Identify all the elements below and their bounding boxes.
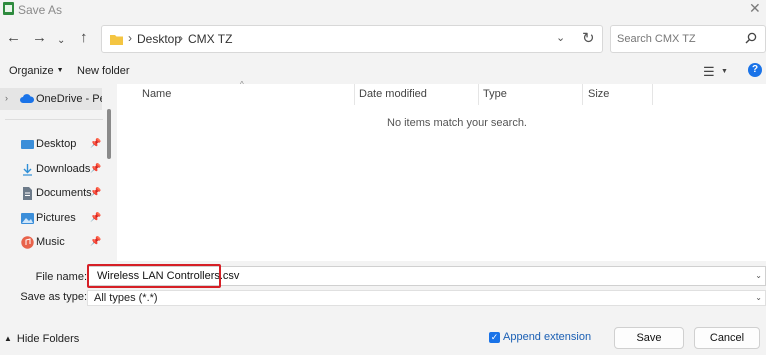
- save-button[interactable]: Save: [614, 327, 684, 349]
- chevron-down-icon[interactable]: ⌄: [755, 293, 762, 302]
- column-divider[interactable]: [478, 84, 479, 105]
- sidebar-item-onedrive[interactable]: › OneDrive - Personal: [0, 88, 102, 110]
- save-as-type-select[interactable]: All types (*.*) ⌄: [87, 290, 766, 306]
- column-divider[interactable]: [582, 84, 583, 105]
- caret-up-icon: ▲: [4, 334, 12, 343]
- pin-icon: 📌: [90, 163, 102, 173]
- pin-icon: 📌: [90, 236, 102, 246]
- close-icon[interactable]: ✕: [749, 1, 761, 15]
- sidebar-item-label: Music: [36, 236, 65, 248]
- folder-icon: [110, 35, 123, 45]
- pin-icon: 📌: [90, 138, 102, 148]
- cancel-button[interactable]: Cancel: [694, 327, 760, 349]
- navigation-bar: ← → ⌄ ↑ › Desktop › CMX TZ ⌄ ↻ Search CM…: [0, 22, 766, 56]
- sidebar-item-music[interactable]: Music 📌: [0, 233, 104, 253]
- up-arrow-icon[interactable]: ↑: [80, 30, 88, 46]
- address-dropdown-chevron-icon[interactable]: ⌄: [556, 31, 565, 44]
- divider: [5, 119, 103, 120]
- view-options-icon[interactable]: ☰: [703, 64, 715, 80]
- organize-label: Organize: [9, 65, 54, 77]
- sidebar-item-label: OneDrive - Personal: [36, 93, 102, 105]
- desktop-icon: [21, 140, 34, 149]
- sidebar-item-documents[interactable]: Documents 📌: [0, 184, 104, 204]
- address-bar[interactable]: › Desktop › CMX TZ ⌄ ↻: [101, 25, 603, 53]
- command-toolbar: Organize ▼ New folder ☰ ▼ ?: [0, 58, 766, 84]
- dialog-footer: ▲ Hide Folders ✓ Append extension Save Ca…: [0, 311, 766, 355]
- back-arrow-icon[interactable]: ←: [6, 30, 21, 46]
- search-icon: [745, 32, 757, 44]
- breadcrumb-desktop[interactable]: Desktop: [137, 32, 181, 46]
- window-title: Save As: [18, 3, 63, 17]
- caret-down-icon: ▼: [56, 67, 64, 74]
- sidebar-item-label: Pictures: [36, 212, 76, 224]
- breadcrumb-separator-icon: ›: [179, 31, 183, 45]
- annotation-highlight-box: [87, 264, 221, 288]
- navigation-pane: › OneDrive - Personal Desktop 📌 Download…: [0, 84, 114, 261]
- sidebar-item-label: Desktop: [36, 138, 77, 150]
- column-divider[interactable]: [354, 84, 355, 105]
- cloud-icon: [20, 94, 34, 103]
- app-icon: [3, 2, 14, 15]
- column-header-date-modified[interactable]: Date modified: [359, 88, 427, 100]
- recent-locations-chevron-icon[interactable]: ⌄: [57, 33, 65, 49]
- sidebar-scrollbar[interactable]: [104, 84, 114, 261]
- sidebar-item-pictures[interactable]: Pictures 📌: [0, 209, 104, 229]
- search-input[interactable]: Search CMX TZ: [617, 33, 696, 45]
- column-header-name[interactable]: Name: [142, 88, 171, 100]
- sidebar-item-downloads[interactable]: Downloads 📌: [0, 160, 104, 180]
- column-header-size[interactable]: Size: [588, 88, 609, 100]
- sidebar-item-desktop[interactable]: Desktop 📌: [0, 135, 104, 155]
- expand-chevron-icon[interactable]: ›: [5, 93, 8, 103]
- help-icon[interactable]: ?: [748, 63, 762, 77]
- pin-icon: 📌: [90, 212, 102, 222]
- sort-caret-icon: ^: [240, 80, 244, 89]
- hide-folders-button[interactable]: ▲ Hide Folders: [4, 333, 79, 345]
- append-extension-checkbox[interactable]: ✓: [489, 332, 500, 343]
- download-icon: [23, 164, 32, 176]
- pictures-icon: [21, 213, 34, 224]
- caret-down-icon[interactable]: ▼: [721, 68, 728, 75]
- sidebar-item-label: Documents: [36, 187, 92, 199]
- chevron-down-icon[interactable]: ⌄: [755, 271, 762, 280]
- forward-arrow-icon[interactable]: →: [32, 30, 47, 46]
- empty-message: No items match your search.: [387, 117, 527, 129]
- append-extension-label[interactable]: Append extension: [503, 331, 591, 343]
- pin-icon: 📌: [90, 187, 102, 197]
- hide-folders-label: Hide Folders: [16, 333, 80, 345]
- breadcrumb-separator-icon: ›: [128, 31, 132, 45]
- music-icon: [21, 236, 34, 249]
- save-options: File name: Wireless LAN Controllers.csv …: [0, 261, 766, 311]
- refresh-icon[interactable]: ↻: [582, 29, 595, 47]
- file-name-label: File name:: [35, 271, 87, 283]
- file-list: ^ Name Date modified Type Size No items …: [117, 80, 766, 261]
- title-bar: Save As ✕: [0, 0, 766, 20]
- breadcrumb-cmx-tz[interactable]: CMX TZ: [188, 32, 232, 46]
- scrollbar-thumb[interactable]: [107, 109, 111, 159]
- new-folder-button[interactable]: New folder: [77, 65, 130, 77]
- sidebar-item-label: Downloads: [36, 163, 91, 175]
- save-as-type-value: All types (*.*): [94, 292, 158, 304]
- save-as-type-label: Save as type:: [20, 291, 87, 303]
- document-icon: [23, 187, 32, 200]
- column-divider[interactable]: [652, 84, 653, 105]
- search-box[interactable]: Search CMX TZ: [610, 25, 766, 53]
- organize-button[interactable]: Organize ▼: [9, 65, 64, 77]
- column-header-type[interactable]: Type: [483, 88, 507, 100]
